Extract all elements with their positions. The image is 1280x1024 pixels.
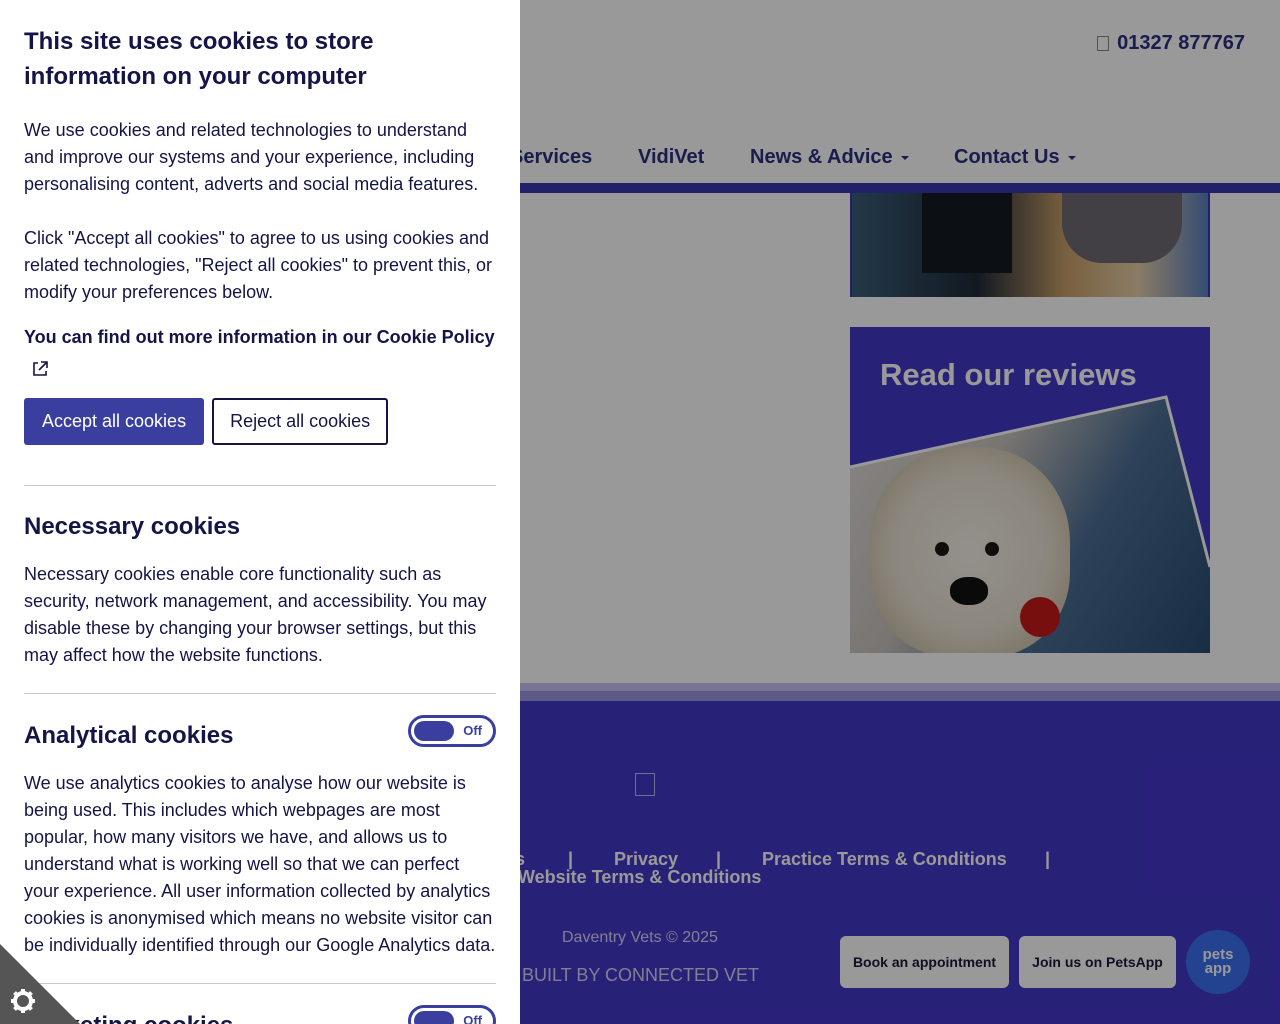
cookie-policy-link[interactable]: Cookie Policy [377, 327, 495, 347]
external-link-icon[interactable] [32, 358, 48, 377]
policy-prefix: You can find out more information in our [24, 327, 377, 347]
divider [24, 983, 496, 984]
analytical-cookies-toggle[interactable]: Off [408, 715, 496, 747]
analytical-cookies-text: We use analytics cookies to analyse how … [24, 773, 496, 955]
analytical-cookies-section: Analytical cookies Off We use analytics … [24, 715, 496, 959]
gear-icon [11, 989, 35, 1013]
toggle-state-label: Off [463, 1013, 482, 1024]
cookie-intro-text: We use cookies and related technologies … [24, 120, 479, 194]
accept-all-cookies-button[interactable]: Accept all cookies [24, 398, 205, 445]
toggle-state-label: Off [463, 723, 482, 738]
cookie-panel-title: This site uses cookies to store informat… [24, 28, 374, 90]
necessary-cookies-title: Necessary cookies [24, 513, 241, 540]
necessary-cookies-section: Necessary cookies Necessary cookies enab… [24, 512, 496, 669]
cookie-policy-line: You can find out more information in our… [24, 324, 496, 378]
reject-all-cookies-button[interactable]: Reject all cookies [212, 398, 389, 445]
cookie-consent-panel: This site uses cookies to store informat… [0, 0, 520, 1024]
toggle-knob [414, 721, 454, 741]
cookie-settings-tab[interactable] [0, 944, 80, 1024]
divider [24, 485, 496, 486]
toggle-knob [414, 1011, 454, 1024]
marketing-cookies-section: Marketing cookies Off [24, 1005, 496, 1024]
marketing-cookies-toggle[interactable]: Off [408, 1005, 496, 1024]
cookie-intro-text-2: Click "Accept all cookies" to agree to u… [24, 228, 493, 302]
divider [24, 693, 496, 694]
necessary-cookies-text: Necessary cookies enable core functional… [24, 564, 487, 665]
